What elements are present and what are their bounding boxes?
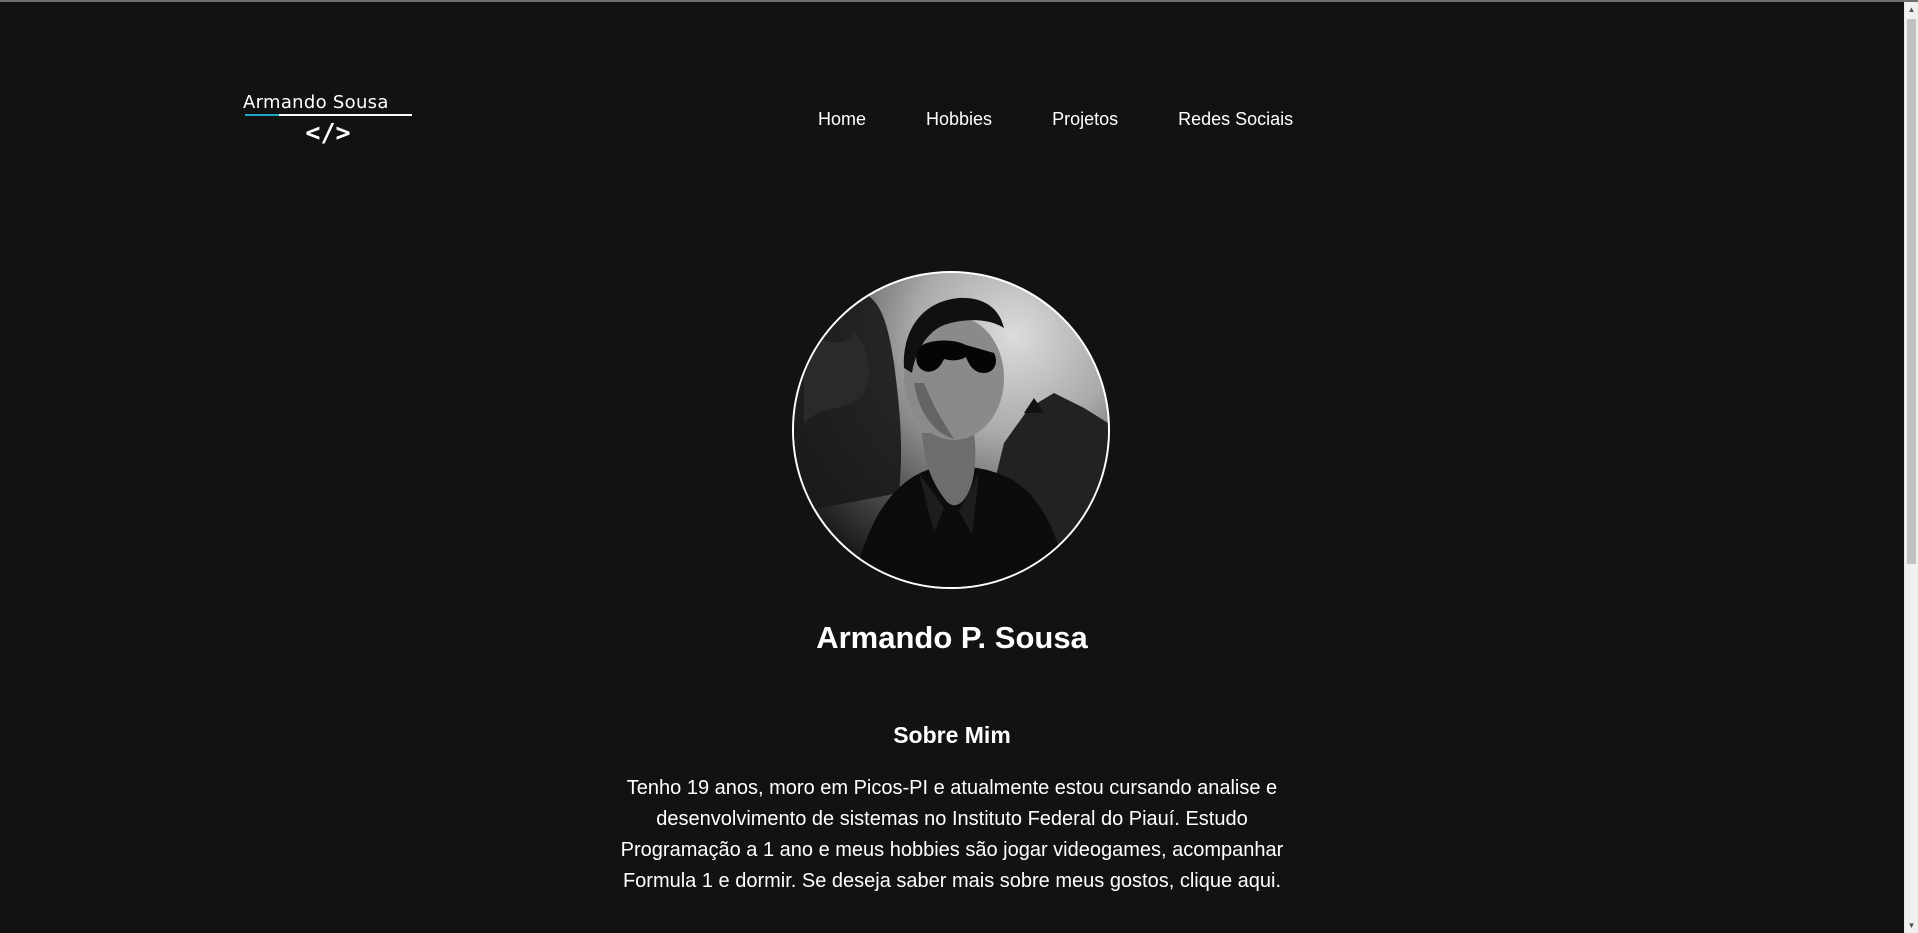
vertical-scrollbar[interactable]: ▲ ▼ xyxy=(1904,2,1918,933)
logo-name: Armando Sousa xyxy=(243,92,389,113)
code-brackets-icon: </> xyxy=(305,118,351,147)
profile-photo-illustration xyxy=(794,290,1108,587)
logo-underline xyxy=(245,114,412,116)
window-top-edge xyxy=(0,0,1918,2)
nav-link-hobbies[interactable]: Hobbies xyxy=(926,108,992,130)
scroll-down-arrow-icon[interactable]: ▼ xyxy=(1905,918,1918,933)
scrollbar-thumb[interactable] xyxy=(1907,19,1916,564)
logo-underline-accent xyxy=(245,114,279,116)
nav-link-projetos[interactable]: Projetos xyxy=(1052,108,1118,130)
about-title: Sobre Mim xyxy=(893,722,1011,748)
profile-photo xyxy=(792,271,1110,589)
about-text: Tenho 19 anos, moro em Picos-PI e atualm… xyxy=(620,777,1284,892)
nav-link-redes-sociais[interactable]: Redes Sociais xyxy=(1178,108,1293,130)
scroll-up-arrow-icon[interactable]: ▲ xyxy=(1905,2,1918,17)
nav-link-home[interactable]: Home xyxy=(818,108,866,130)
site-logo[interactable]: Armando Sousa </> xyxy=(243,92,413,148)
profile-name: Armando P. Sousa xyxy=(816,620,1088,655)
main-nav: Home Hobbies Projetos Redes Sociais xyxy=(818,108,1293,130)
